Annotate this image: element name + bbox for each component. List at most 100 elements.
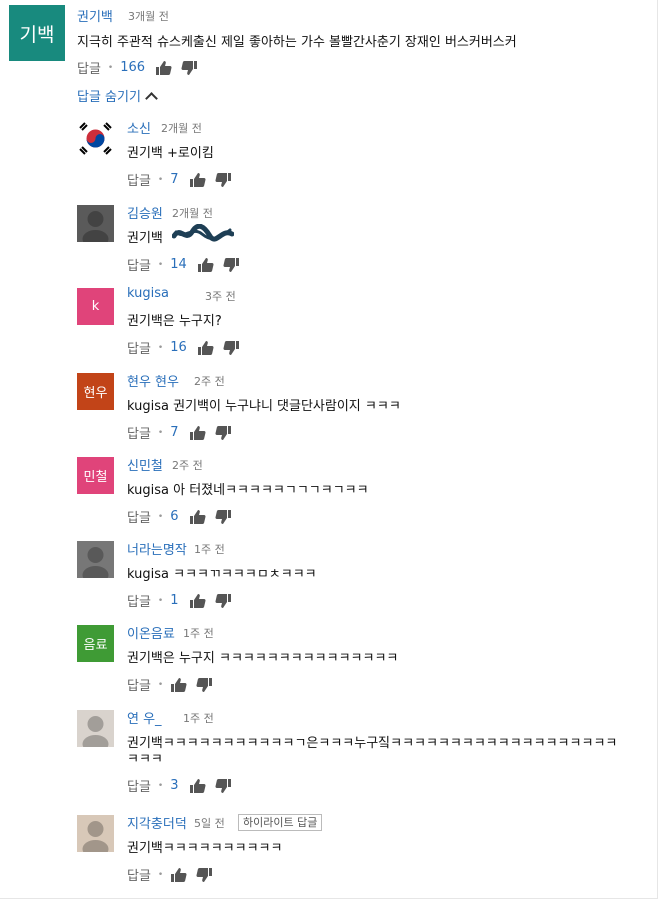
separator-dot: • [157,679,164,690]
hide-replies-button[interactable]: 답글 숨기기 [77,86,158,105]
thumbs-up-icon[interactable] [197,340,214,356]
main-comment-author[interactable]: 권기백 [77,6,113,25]
separator-dot: • [157,780,164,791]
like-count: 7 [170,425,179,440]
hide-replies-label: 답글 숨기기 [77,90,141,105]
reply-author[interactable]: 소신 [127,118,151,137]
thumbs-up-icon[interactable] [197,257,214,273]
like-count: 7 [170,172,179,187]
reply-author[interactable]: 신민철 [127,455,163,474]
reply-time[interactable]: 2개월 전 [172,205,213,221]
separator-dot: • [157,342,164,353]
thumbs-up-icon[interactable] [189,425,206,441]
reply-time[interactable]: 1주 전 [194,541,225,557]
thumbs-down-icon[interactable] [181,60,198,76]
reply-avatar[interactable]: 음료 [77,625,114,662]
thumbs-up-icon[interactable] [155,60,172,76]
thumbs-up-icon[interactable] [170,677,187,693]
reply-actions: 답글 • 3 [127,776,241,795]
thumbs-down-icon[interactable] [214,778,232,794]
thumbs-up-icon[interactable] [189,778,206,794]
reply-text: 권기백은 누구지? [127,314,222,329]
reply-avatar[interactable]: k [77,288,114,325]
reply-button[interactable]: 답글 [127,170,151,189]
thumbs-down-icon[interactable] [214,172,232,188]
thumbs-up-icon[interactable] [189,172,206,188]
thumbs-down-icon[interactable] [214,509,232,525]
main-comment-avatar[interactable]: 기백 [9,5,65,61]
thumbs-down-icon[interactable] [214,425,232,441]
reply-button[interactable]: 답글 [127,591,151,610]
reply-button[interactable]: 답글 [77,58,101,77]
reply-button[interactable]: 답글 [127,507,151,526]
reply-text: kugisa ㅋㅋㅋㄲㅋㅋㅋㅁㅊㅋㅋㅋ [127,567,317,582]
reply-button[interactable]: 답글 [127,423,151,442]
separator-dot: • [157,259,164,270]
reply-text-continued: ㅋㅋㅋ [127,752,163,767]
reply-actions: 답글 • 14 [127,255,249,274]
reply-text: 권기백 +로이킴 [127,146,214,161]
thumbs-down-icon[interactable] [223,257,240,273]
thumbs-down-icon[interactable] [196,677,213,693]
reply-button[interactable]: 답글 [127,776,151,795]
main-comment-time[interactable]: 3개월 전 [128,8,169,24]
thumbs-down-icon[interactable] [223,340,240,356]
reply-avatar[interactable]: 민철 [77,457,114,494]
highlight-reply-badge: 하이라이트 답글 [238,814,323,831]
reply-author[interactable]: 너라는명작 [127,539,187,558]
taegeuk-flag-icon [79,122,112,155]
reply-author[interactable]: 김승원 [127,203,163,222]
thumbs-down-icon[interactable] [214,593,232,609]
reply-avatar[interactable] [77,710,114,747]
person-photo-icon [82,716,109,747]
reply-avatar[interactable] [77,120,114,157]
reply-text: kugisa 아 터졌네ㅋㅋㅋㅋㅋㄱㄱㄱㅋㄱㅋㅋ [127,483,369,498]
person-photo-icon [82,547,109,578]
reply-text: 권기백은 누구지 ㅋㅋㅋㅋㅋㅋㅋㅋㅋㅋㅋㅋㅋㅋㅋ [127,651,399,666]
reply-avatar[interactable] [77,541,114,578]
like-count: 166 [120,60,146,75]
reply-actions: 답글 • 7 [127,423,241,442]
reply-time[interactable]: 2주 전 [172,457,203,473]
reply-author[interactable]: 현우 현우 [127,371,179,390]
person-photo-icon [82,211,109,242]
reply-author[interactable]: 연 우_ [127,708,162,727]
reply-author[interactable]: 지각충더덕 [127,813,187,832]
separator-dot: • [157,427,164,438]
separator-dot: • [157,511,164,522]
reply-actions: 답글 • 7 [127,170,241,189]
reply-avatar[interactable] [77,205,114,242]
reply-author[interactable]: kugisa [127,286,169,301]
reply-button[interactable]: 답글 [127,255,151,274]
reply-time[interactable]: 5일 전 [194,815,225,831]
thumbs-up-icon[interactable] [170,867,187,883]
thumbs-down-icon[interactable] [196,867,213,883]
reply-button[interactable]: 답글 [127,675,151,694]
like-count: 6 [170,509,179,524]
reply-time[interactable]: 1주 전 [183,710,214,726]
reply-author[interactable]: 이온음료 [127,623,175,642]
reply-actions: 답글 • [127,675,222,694]
reply-actions: 답글 • 6 [127,507,241,526]
reply-button[interactable]: 답글 [127,338,151,357]
reply-actions: 답글 • 16 [127,338,249,357]
separator-dot: • [107,62,114,73]
like-count: 14 [170,257,187,272]
main-comment-text: 지극히 주관적 슈스케출신 제일 좋아하는 가수 볼빨간사춘기 장재인 버스커버… [77,35,517,50]
reply-time[interactable]: 2주 전 [194,373,225,389]
thumbs-up-icon[interactable] [189,509,206,525]
thumbs-up-icon[interactable] [189,593,206,609]
reply-text: 권기백 [127,231,163,246]
reply-actions: 답글 • 1 [127,591,241,610]
reply-time[interactable]: 1주 전 [183,625,214,641]
reply-avatar[interactable]: 현우 [77,373,114,410]
chevron-up-icon [145,92,158,105]
reply-time[interactable]: 3주 전 [205,288,236,304]
reply-button[interactable]: 답글 [127,865,151,884]
like-count: 16 [170,340,187,355]
reply-time[interactable]: 2개월 전 [161,120,202,136]
reply-avatar[interactable] [77,815,114,852]
comment-thread: 기백 권기백 3개월 전 지극히 주관적 슈스케출신 제일 좋아하는 가수 볼빨… [0,0,658,899]
separator-dot: • [157,595,164,606]
reply-actions: 답글 • [127,865,222,884]
